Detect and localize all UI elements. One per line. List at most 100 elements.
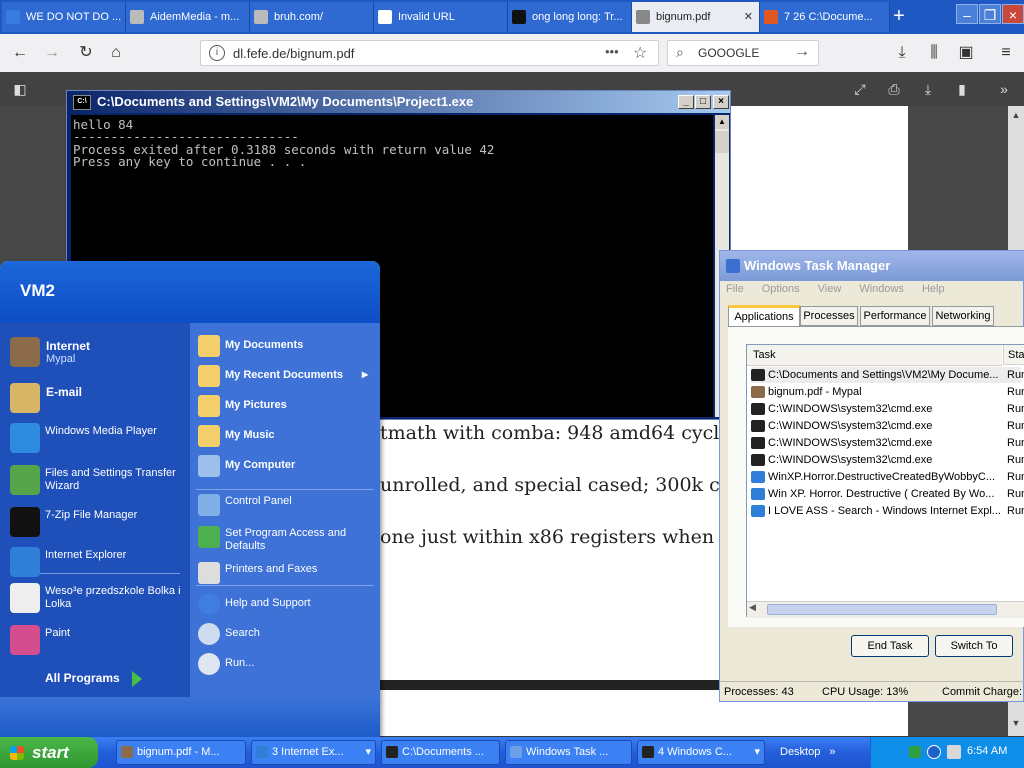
tab-processes[interactable]: Processes [800, 306, 858, 326]
browser-tab[interactable]: Invalid URL [374, 2, 508, 32]
scroll-up-icon[interactable]: ▲ [1010, 110, 1022, 124]
sidebar-icon[interactable]: ▣ [956, 44, 976, 62]
search-go-icon[interactable]: → [794, 43, 810, 61]
start-menu-place-item[interactable]: My Music [198, 423, 374, 449]
close-tab-icon[interactable]: ✕ [744, 2, 753, 32]
task-row[interactable]: C:\WINDOWS\system32\cmd.exe Run [751, 401, 1024, 417]
new-tab-button[interactable]: + [886, 4, 912, 28]
forward-icon[interactable]: → [42, 44, 62, 62]
menu-help[interactable]: Help [922, 283, 945, 295]
end-task-button[interactable]: End Task [851, 635, 929, 657]
maximize-button[interactable]: □ [695, 95, 711, 109]
start-menu-place-item[interactable]: My Computer [198, 453, 374, 479]
back-icon[interactable]: ← [10, 44, 30, 62]
scroll-up-icon[interactable]: ▲ [715, 115, 729, 129]
close-button[interactable]: × [1002, 4, 1024, 24]
page-actions-icon[interactable]: ••• [605, 44, 619, 59]
task-row[interactable]: C:\Documents and Settings\VM2\My Docume.… [751, 367, 1024, 383]
downloads-icon[interactable]: ⤓ [892, 44, 912, 62]
sidebar-toggle-icon[interactable]: ◧ [10, 80, 30, 98]
task-row[interactable]: WinXP.Horror.DestructiveCreatedByWobbyC.… [751, 469, 1024, 485]
taskbar-button[interactable]: C:\Documents ... [381, 740, 500, 765]
task-row[interactable]: bignum.pdf - Mypal Run [751, 384, 1024, 400]
start-menu-utility-item[interactable]: Run... [198, 651, 374, 677]
menu-icon[interactable]: ≡ [996, 44, 1016, 62]
browser-tab[interactable]: ong long long: Tr... [508, 2, 632, 32]
menu-options[interactable]: Options [762, 283, 800, 295]
close-button[interactable]: × [713, 95, 729, 109]
scroll-thumb[interactable] [715, 131, 729, 153]
task-row[interactable]: I LOVE ASS - Search - Windows Internet E… [751, 503, 1024, 519]
tab-networking[interactable]: Networking [932, 306, 994, 326]
start-menu-program-item[interactable]: Internet Explorer [8, 545, 184, 581]
start-menu-place-item[interactable]: My Documents [198, 333, 374, 359]
minimize-button[interactable]: _ [678, 95, 694, 109]
menu-view[interactable]: View [818, 283, 842, 295]
print-icon[interactable]: ⎙ [884, 80, 904, 98]
start-menu-place-item[interactable]: My Pictures [198, 393, 374, 419]
scroll-down-icon[interactable]: ▼ [1010, 718, 1022, 732]
menu-windows[interactable]: Windows [859, 283, 904, 295]
info-icon[interactable]: i [209, 45, 225, 61]
application-list[interactable]: Task Sta C:\Documents and Settings\VM2\M… [746, 344, 1024, 618]
save-icon[interactable]: ⤓ [918, 80, 938, 98]
start-menu-program-item[interactable]: Weso³e przedszkole Bolka i Lolka [8, 581, 184, 617]
tray-power-icon[interactable] [927, 745, 941, 759]
start-menu-program-item[interactable]: Windows Media Player [8, 421, 184, 457]
start-menu-utility-item[interactable]: Help and Support [198, 591, 374, 617]
task-manager-titlebar[interactable]: Windows Task Manager [720, 251, 1024, 281]
browser-tab[interactable]: WE DO NOT DO ... [2, 2, 126, 32]
url-bar[interactable]: i dl.fefe.de/bignum.pdf ••• ☆ [200, 40, 659, 66]
start-menu-program-item[interactable]: Paint [8, 623, 184, 659]
switch-to-button[interactable]: Switch To [935, 635, 1013, 657]
start-menu-settings-item[interactable]: Printers and Faxes [198, 559, 374, 589]
tools-icon[interactable]: » [994, 80, 1014, 98]
start-menu-program-item[interactable]: 7-Zip File Manager [8, 505, 184, 541]
taskbar-button[interactable]: 3 Internet Ex... ▾ [251, 740, 376, 765]
tray-app-icon[interactable] [909, 746, 921, 758]
fullscreen-icon[interactable]: ⤢ [850, 80, 870, 98]
clock[interactable]: 6:54 AM [967, 745, 1007, 757]
scroll-left-icon[interactable]: ◀ [749, 602, 756, 613]
all-programs-button[interactable]: All Programs [45, 671, 142, 687]
start-button[interactable]: start [0, 737, 98, 768]
minimize-button[interactable]: – [956, 4, 978, 24]
scroll-thumb[interactable] [767, 604, 997, 615]
bookmark-star-icon[interactable]: ☆ [633, 43, 647, 63]
start-menu-place-item[interactable]: My Recent Documents ▸ [198, 363, 374, 389]
start-menu-program-item[interactable]: Files and Settings Transfer Wizard [8, 463, 184, 499]
reload-icon[interactable]: ↻ [76, 44, 96, 62]
column-header-task[interactable]: Task [747, 345, 1002, 366]
chevron-icon[interactable]: » [829, 746, 835, 758]
taskbar-button[interactable]: bignum.pdf - M... [116, 740, 246, 765]
taskbar-button[interactable]: Windows Task ... [505, 740, 632, 765]
start-menu-utility-item[interactable]: Search [198, 621, 374, 647]
tab-applications[interactable]: Applications [728, 305, 800, 327]
library-icon[interactable]: ⫼ [924, 44, 944, 62]
restore-button[interactable]: ❐ [979, 4, 1001, 24]
browser-tab[interactable]: bignum.pdf ✕ [632, 2, 760, 32]
horizontal-scrollbar[interactable]: ◀ [747, 601, 1024, 618]
task-row[interactable]: C:\WINDOWS\system32\cmd.exe Run [751, 435, 1024, 451]
start-menu-settings-item[interactable]: Set Program Access and Defaults [198, 523, 374, 553]
column-header-status[interactable]: Sta [1003, 345, 1024, 365]
home-icon[interactable]: ⌂ [106, 44, 126, 62]
start-menu-settings-item[interactable]: Control Panel [198, 491, 374, 521]
browser-tab[interactable]: 7 26 C:\Docume... [760, 2, 890, 32]
start-menu-pinned-item[interactable]: E-mail [8, 379, 184, 419]
menu-file[interactable]: File [726, 283, 744, 295]
search-bar[interactable]: ⌕ GOOOGLE → [667, 40, 819, 66]
task-row[interactable]: C:\WINDOWS\system32\cmd.exe Run [751, 452, 1024, 468]
speaker-icon[interactable] [947, 745, 961, 759]
browser-tab[interactable]: bruh.com/ [250, 2, 374, 32]
start-menu-pinned-item[interactable]: Internet Mypal [8, 333, 184, 373]
desktop-toolbar[interactable]: Desktop » [780, 740, 866, 765]
browser-tab[interactable]: AidemMedia - m... [126, 2, 250, 32]
taskbar-button-label: 3 Internet Ex... [272, 746, 344, 758]
console-titlebar[interactable]: C:\ C:\Documents and Settings\VM2\My Doc… [67, 91, 730, 113]
task-row[interactable]: Win XP. Horror. Destructive ( Created By… [751, 486, 1024, 502]
bookmark-icon[interactable]: ▮ [952, 80, 972, 98]
taskbar-button[interactable]: 4 Windows C... ▾ [637, 740, 765, 765]
task-row[interactable]: C:\WINDOWS\system32\cmd.exe Run [751, 418, 1024, 434]
tab-performance[interactable]: Performance [860, 306, 930, 326]
